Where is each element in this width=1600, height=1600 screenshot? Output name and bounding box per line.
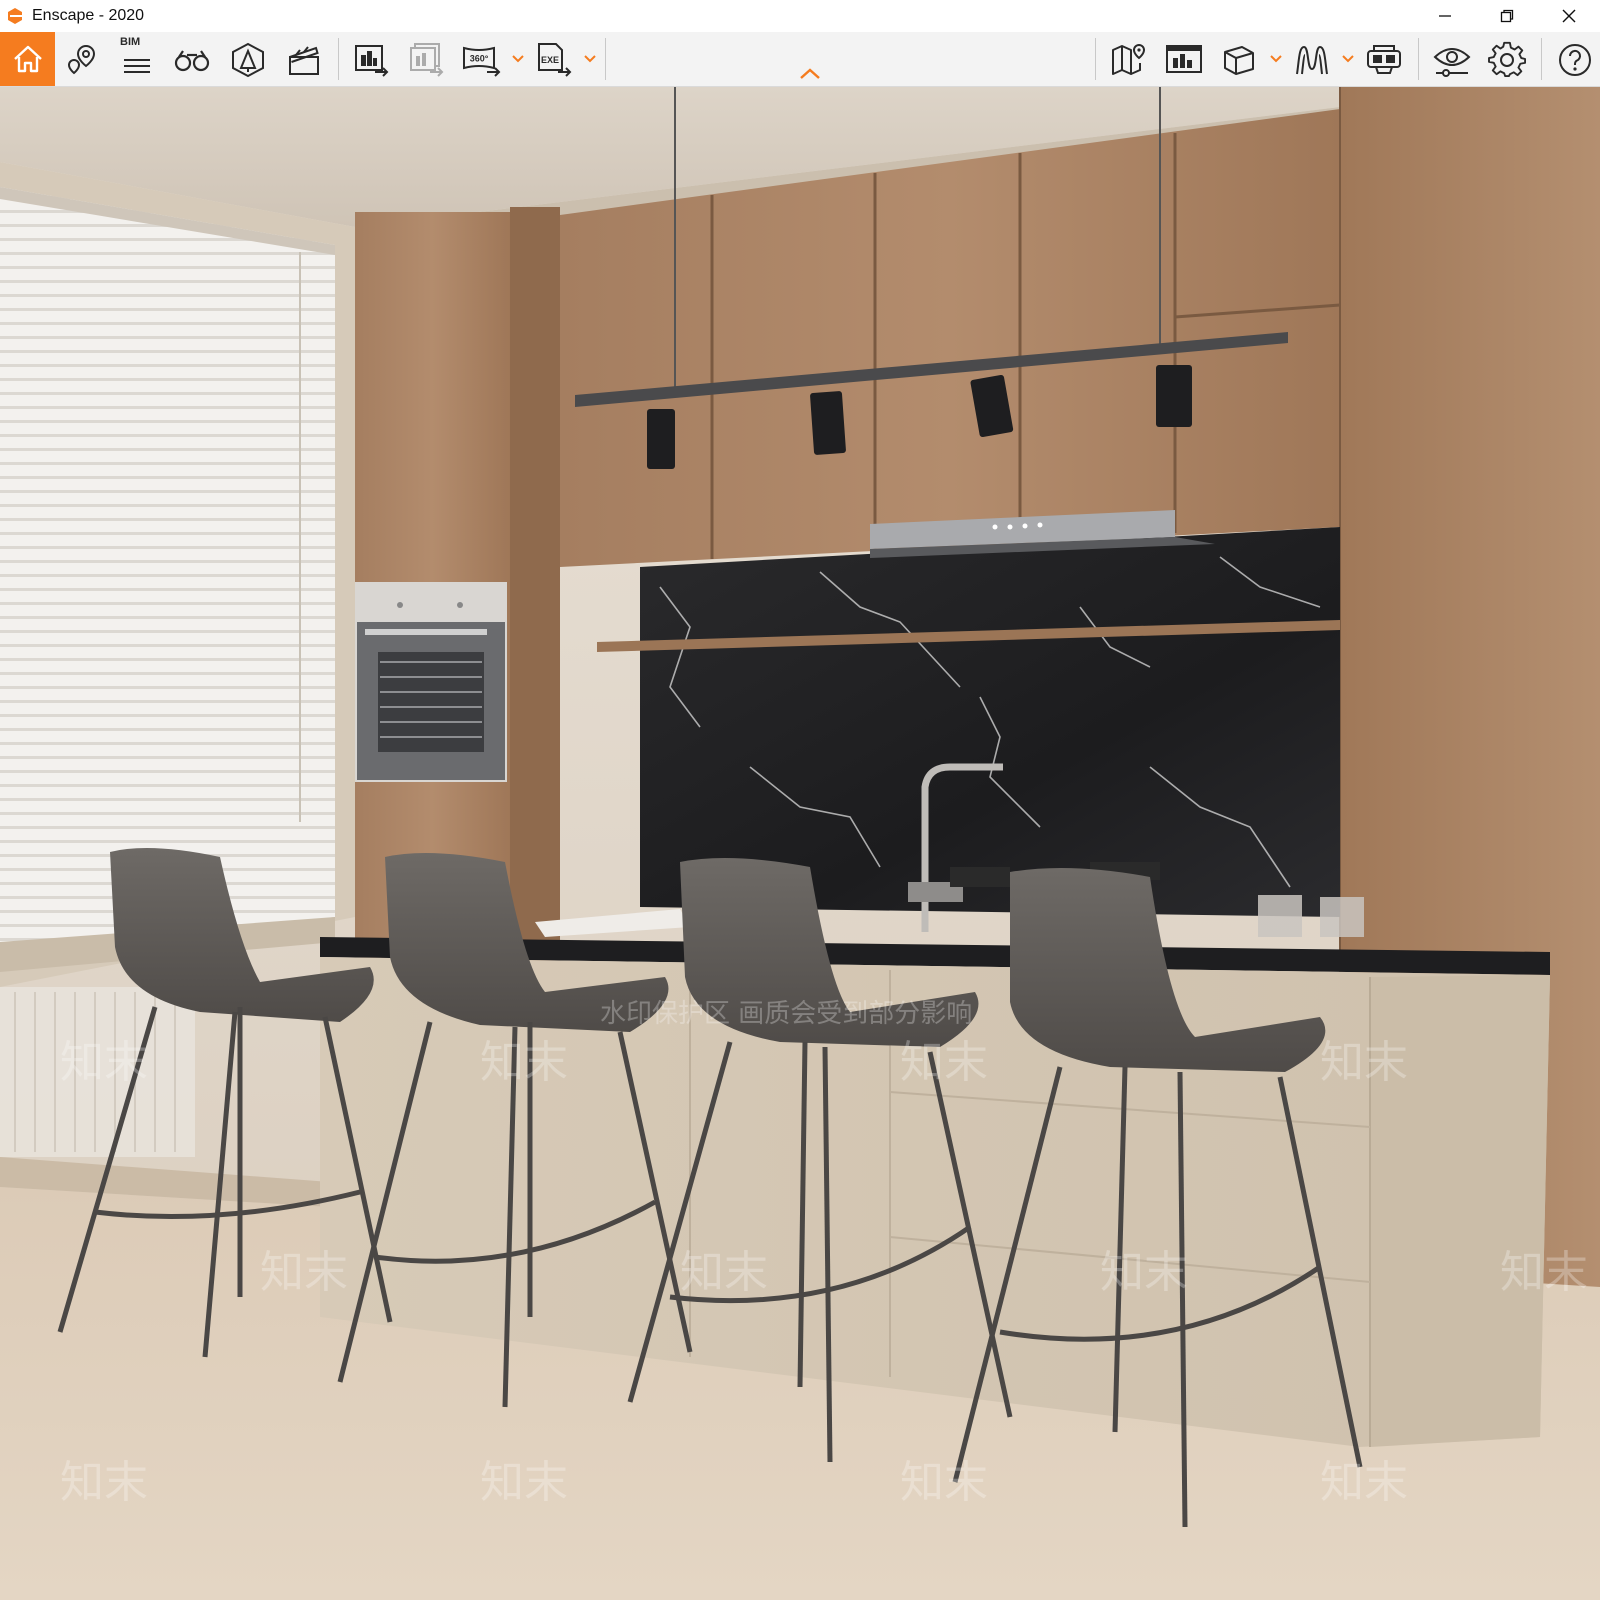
chevron-down-icon — [1270, 55, 1282, 63]
bim-button[interactable] — [115, 38, 159, 82]
asset-library-icon — [232, 42, 264, 78]
home-icon — [13, 45, 42, 73]
screenshot-export-icon — [355, 45, 389, 77]
settings-button[interactable] — [1485, 38, 1529, 82]
close-icon — [1562, 9, 1576, 23]
watermark-brand: 知末 — [480, 1037, 568, 1088]
chevron-up-icon — [800, 68, 820, 79]
watermark-brand: 知末 — [60, 1037, 148, 1088]
cube-icon — [1224, 46, 1254, 75]
vr-headset-button[interactable] — [1362, 38, 1406, 82]
toolbar-separator — [338, 38, 339, 80]
panorama-dropdown-caret[interactable] — [511, 52, 525, 66]
exe-label: EXE — [541, 55, 559, 65]
views-icon — [67, 44, 96, 75]
panorama-export-icon: 360° — [463, 46, 501, 77]
cube-button[interactable] — [1217, 38, 1261, 82]
visual-settings-icon — [1433, 48, 1471, 77]
chevron-down-icon — [584, 55, 596, 63]
watermark-brand: 知末 — [1500, 1247, 1588, 1298]
chevron-down-icon — [512, 55, 524, 63]
collapse-toolbar-button[interactable] — [796, 66, 824, 82]
minimize-button[interactable] — [1414, 0, 1476, 32]
map-icon — [1112, 43, 1146, 75]
watermark-brand: 知末 — [900, 1037, 988, 1088]
video-editor-icon — [289, 46, 319, 75]
window-controls — [1414, 0, 1600, 32]
render-view-button[interactable] — [1162, 38, 1206, 82]
asset-library-button[interactable] — [226, 38, 270, 82]
window-title: Enscape - 2020 — [32, 7, 145, 24]
batch-render-icon — [410, 43, 444, 77]
settings-icon — [1488, 41, 1526, 78]
kitchen-render-image: 水印保护区 画质会受到部分影响 知末 知末 知末 知末 知末 知末 知末 知末 … — [0, 87, 1600, 1600]
watermark-brand: 知末 — [260, 1247, 348, 1298]
minimize-icon — [1439, 15, 1451, 17]
toolbar-separator — [1418, 38, 1419, 80]
bim-icon — [124, 59, 150, 73]
binoculars-button[interactable] — [170, 38, 214, 82]
render-viewport[interactable]: 水印保护区 画质会受到部分影响 知末 知末 知末 知末 知末 知末 知末 知末 … — [0, 87, 1600, 1600]
watermark-brand: 知末 — [1100, 1247, 1188, 1298]
help-icon — [1559, 44, 1591, 76]
cube-dropdown-caret[interactable] — [1269, 52, 1283, 66]
title-bar: Enscape - 2020 — [0, 0, 1600, 32]
help-button[interactable] — [1553, 38, 1597, 82]
exe-export-button[interactable]: EXE — [532, 38, 576, 82]
toolbar-separator — [1095, 38, 1096, 80]
watermark-brand: 知末 — [680, 1247, 768, 1298]
binoculars-icon — [174, 50, 210, 72]
atmosphere-dropdown-caret[interactable] — [1341, 52, 1355, 66]
map-button[interactable] — [1107, 38, 1151, 82]
visual-settings-button[interactable] — [1430, 38, 1474, 82]
views-button[interactable] — [60, 38, 104, 82]
watermark-brand: 知末 — [1320, 1037, 1408, 1088]
exe-dropdown-caret[interactable] — [583, 52, 597, 66]
watermark-brand: 知末 — [900, 1457, 988, 1508]
render-view-icon — [1166, 45, 1202, 73]
watermark-brand: 知末 — [1320, 1457, 1408, 1508]
panorama-export-button[interactable]: 360° — [460, 38, 504, 82]
screenshot-export-button[interactable] — [350, 38, 394, 82]
watermark-brand: 知末 — [60, 1457, 148, 1508]
watermark-brand: 知末 — [480, 1457, 568, 1508]
watermark-notice: 水印保护区 画质会受到部分影响 — [600, 999, 972, 1029]
video-editor-button[interactable] — [282, 38, 326, 82]
atmosphere-icon — [1296, 45, 1328, 75]
toolbar-separator — [605, 38, 606, 80]
vr-headset-icon — [1367, 45, 1401, 74]
exe-export-icon: EXE — [538, 43, 572, 77]
toolbar-separator — [1541, 38, 1542, 80]
home-button[interactable] — [0, 32, 55, 86]
panorama-label: 360° — [470, 54, 489, 64]
enscape-logo-icon — [4, 5, 26, 27]
chevron-down-icon — [1342, 55, 1354, 63]
restore-button[interactable] — [1476, 0, 1538, 32]
close-button[interactable] — [1538, 0, 1600, 32]
batch-render-button[interactable] — [405, 38, 449, 82]
atmosphere-button[interactable] — [1290, 38, 1334, 82]
restore-icon — [1500, 9, 1514, 23]
